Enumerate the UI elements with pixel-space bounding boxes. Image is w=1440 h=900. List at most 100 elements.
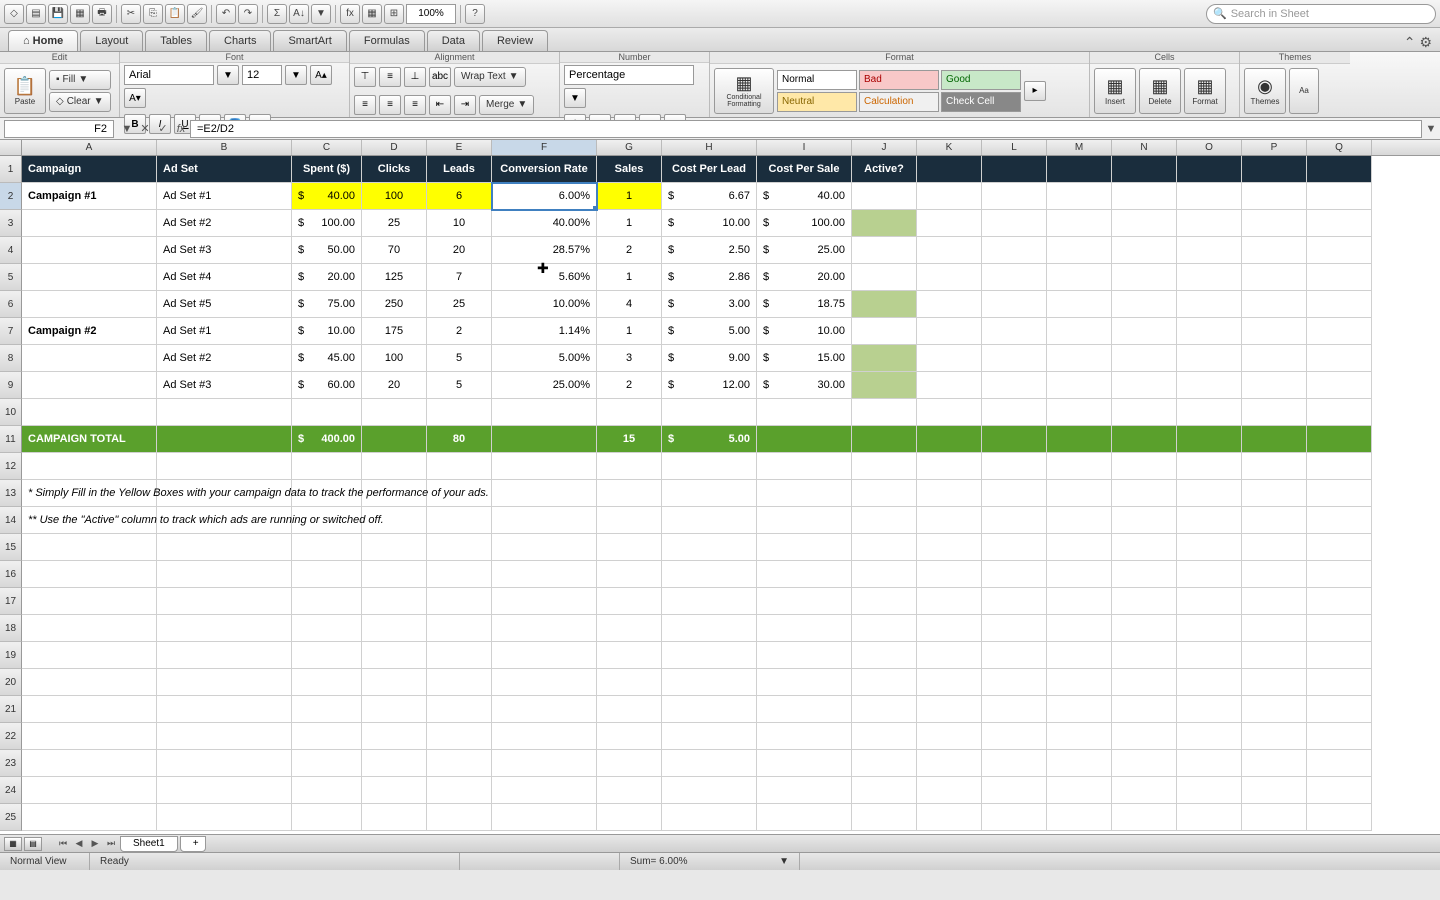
tab-smartart[interactable]: SmartArt <box>273 30 346 51</box>
cell[interactable] <box>362 696 427 723</box>
style-normal[interactable]: Normal <box>777 70 857 90</box>
cell[interactable] <box>1177 291 1242 318</box>
cell[interactable] <box>852 750 917 777</box>
cell[interactable] <box>982 561 1047 588</box>
cell[interactable] <box>1112 291 1177 318</box>
cell[interactable] <box>427 642 492 669</box>
cell[interactable] <box>757 561 852 588</box>
save-icon-2[interactable]: ▦ <box>70 4 90 24</box>
cell-sales[interactable]: 1 <box>597 183 662 210</box>
tab-review[interactable]: Review <box>482 30 548 51</box>
cell-cps[interactable]: $15.00 <box>757 345 852 372</box>
cell[interactable] <box>1112 534 1177 561</box>
cell-sales[interactable]: 1 <box>597 318 662 345</box>
cell[interactable] <box>1112 453 1177 480</box>
header-cell[interactable]: Spent ($) <box>292 156 362 183</box>
cell[interactable] <box>852 588 917 615</box>
cell[interactable] <box>1047 183 1112 210</box>
cell[interactable] <box>1177 588 1242 615</box>
cell[interactable] <box>1047 237 1112 264</box>
cell[interactable] <box>917 588 982 615</box>
style-calculation[interactable]: Calculation <box>859 92 939 112</box>
cell-active[interactable] <box>852 291 917 318</box>
col-header-K[interactable]: K <box>917 140 982 155</box>
row-header-20[interactable]: 20 <box>0 669 22 696</box>
cell[interactable] <box>757 723 852 750</box>
style-good[interactable]: Good <box>941 70 1021 90</box>
cell[interactable] <box>1242 291 1307 318</box>
cell[interactable] <box>1112 156 1177 183</box>
cell[interactable] <box>1242 615 1307 642</box>
cell[interactable] <box>852 507 917 534</box>
cell[interactable] <box>292 723 362 750</box>
cell[interactable] <box>1047 588 1112 615</box>
sort-icon[interactable]: A↓ <box>289 4 309 24</box>
cell[interactable] <box>1112 210 1177 237</box>
fonts-theme-button[interactable]: Aa <box>1289 68 1319 114</box>
row-header-3[interactable]: 3 <box>0 210 22 237</box>
cell[interactable] <box>1307 777 1372 804</box>
cell[interactable] <box>917 480 982 507</box>
cell[interactable] <box>982 804 1047 831</box>
cell[interactable] <box>662 588 757 615</box>
cell[interactable] <box>982 372 1047 399</box>
prev-sheet-button[interactable]: ◀ <box>72 837 86 851</box>
cell[interactable] <box>917 642 982 669</box>
col-header-B[interactable]: B <box>157 140 292 155</box>
cell[interactable] <box>427 750 492 777</box>
cell[interactable] <box>1242 534 1307 561</box>
save-icon[interactable]: 💾 <box>48 4 68 24</box>
row-header-1[interactable]: 1 <box>0 156 22 183</box>
col-header-C[interactable]: C <box>292 140 362 155</box>
cell[interactable] <box>757 588 852 615</box>
cell[interactable] <box>917 777 982 804</box>
cell-conversion[interactable]: 1.14% <box>492 318 597 345</box>
cell[interactable] <box>662 534 757 561</box>
cell-spent[interactable]: $75.00 <box>292 291 362 318</box>
cell[interactable] <box>852 777 917 804</box>
cell[interactable] <box>982 777 1047 804</box>
cell[interactable] <box>662 804 757 831</box>
cell[interactable] <box>1177 507 1242 534</box>
cell[interactable] <box>1112 804 1177 831</box>
cell[interactable] <box>492 723 597 750</box>
cell[interactable] <box>852 723 917 750</box>
cell[interactable] <box>597 453 662 480</box>
cell[interactable] <box>1307 507 1372 534</box>
row-header-10[interactable]: 10 <box>0 399 22 426</box>
name-box-dropdown[interactable]: ▼ <box>118 121 136 137</box>
cell[interactable] <box>427 804 492 831</box>
cell[interactable] <box>917 669 982 696</box>
cell-total-cpl[interactable]: $5.00 <box>662 426 757 453</box>
cell[interactable] <box>362 723 427 750</box>
insert-button[interactable]: ▦Insert <box>1094 68 1136 114</box>
cell[interactable] <box>1177 372 1242 399</box>
cell[interactable] <box>1307 696 1372 723</box>
style-check-cell[interactable]: Check Cell <box>941 92 1021 112</box>
cell[interactable] <box>982 723 1047 750</box>
first-sheet-button[interactable]: ⏮ <box>56 837 70 851</box>
cell[interactable] <box>662 696 757 723</box>
cell[interactable] <box>597 534 662 561</box>
cell[interactable] <box>757 750 852 777</box>
cell[interactable] <box>157 534 292 561</box>
row-header-7[interactable]: 7 <box>0 318 22 345</box>
cell-clicks[interactable]: 20 <box>362 372 427 399</box>
header-cell[interactable]: Campaign <box>22 156 157 183</box>
cell-active[interactable] <box>852 237 917 264</box>
cell[interactable] <box>982 642 1047 669</box>
cell[interactable] <box>492 615 597 642</box>
cell[interactable] <box>362 561 427 588</box>
cell[interactable] <box>362 453 427 480</box>
cell[interactable] <box>1112 237 1177 264</box>
cell[interactable] <box>1177 318 1242 345</box>
cell-conversion[interactable]: 40.00% <box>492 210 597 237</box>
cell[interactable] <box>662 507 757 534</box>
header-cell[interactable]: Leads <box>427 156 492 183</box>
cell[interactable] <box>1177 237 1242 264</box>
formula-input[interactable]: =E2/D2 <box>190 120 1422 138</box>
cell[interactable] <box>1047 210 1112 237</box>
cell[interactable] <box>1177 561 1242 588</box>
header-cell[interactable]: Cost Per Sale <box>757 156 852 183</box>
cell[interactable] <box>757 777 852 804</box>
